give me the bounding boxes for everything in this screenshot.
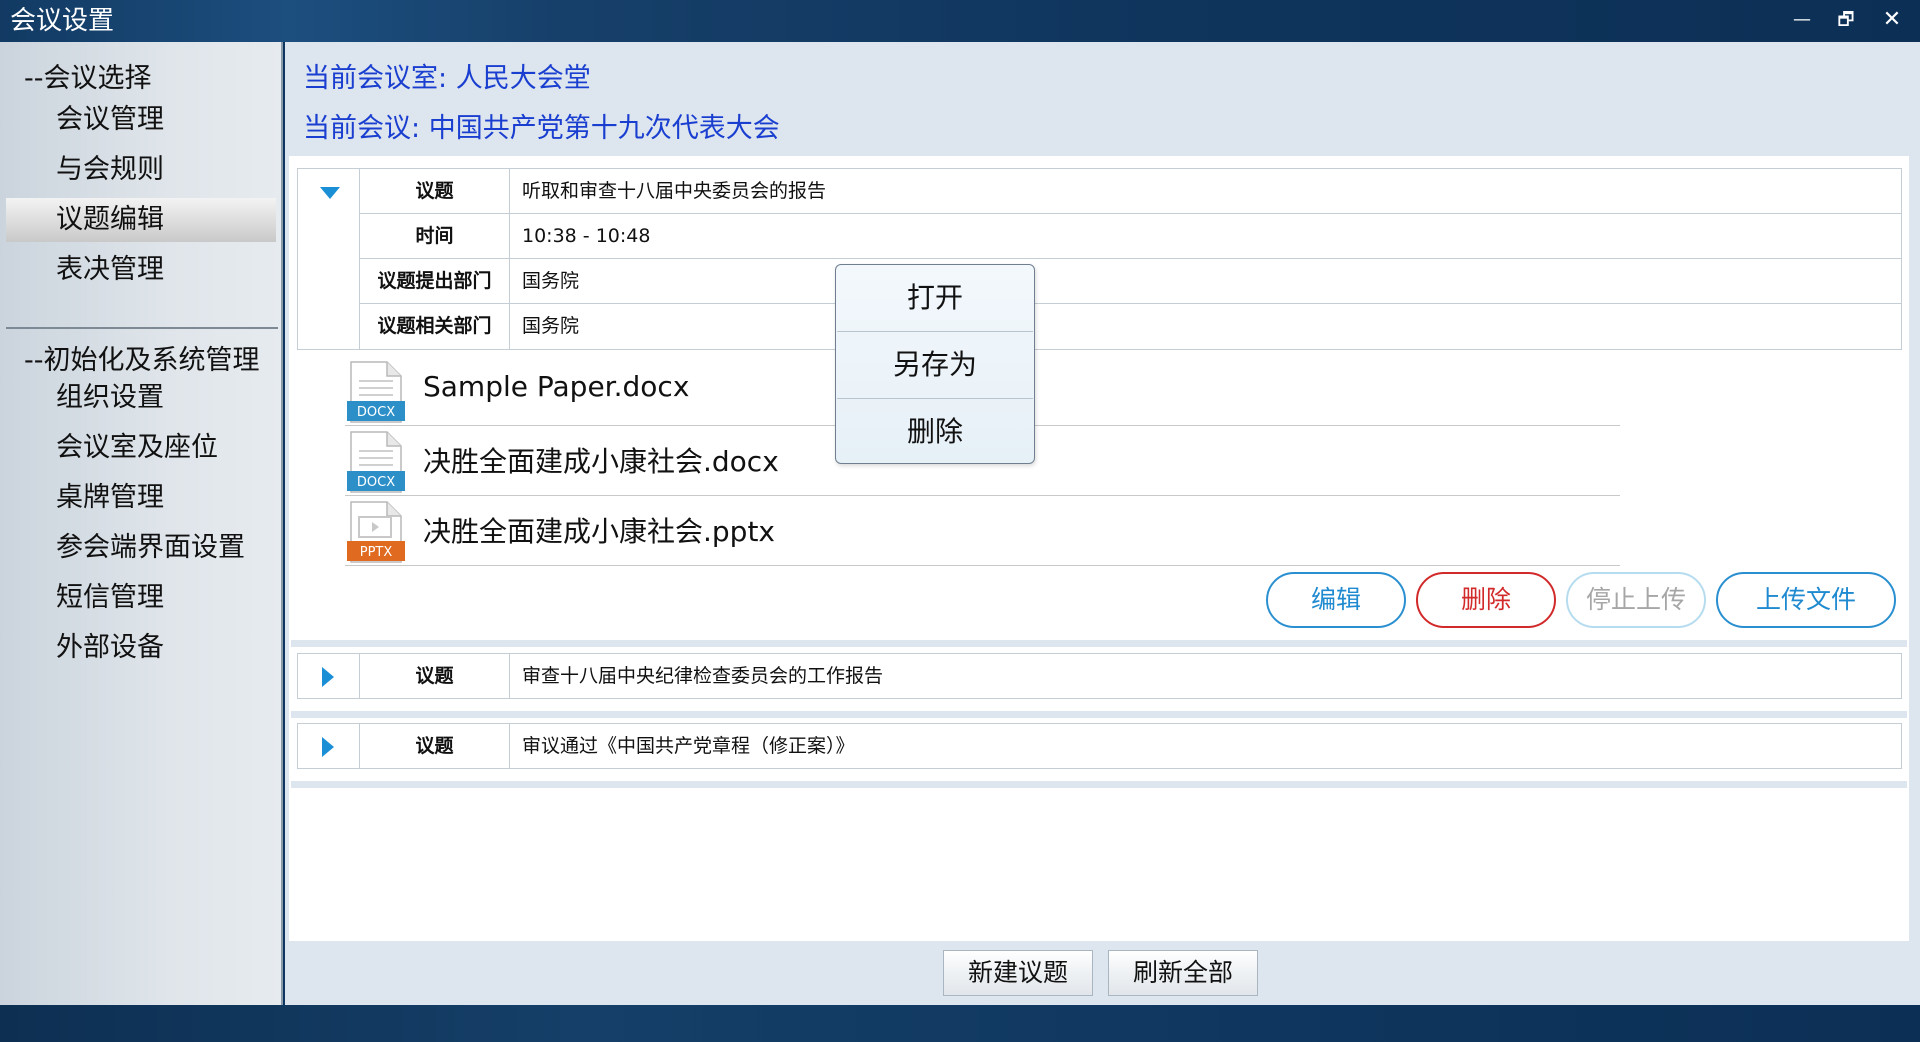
agenda-item-collapsed[interactable]: 议题 审查十八届中央纪律检查委员会的工作报告 xyxy=(297,653,1902,699)
sidebar-item-room-seats[interactable]: 会议室及座位 xyxy=(6,426,276,470)
agenda-separator xyxy=(291,781,1907,788)
menu-item-open[interactable]: 打开 xyxy=(836,265,1034,331)
current-room-label: 当前会议室: xyxy=(303,63,448,94)
sidebar-item-org-settings[interactable]: 组织设置 xyxy=(6,376,276,420)
current-meeting: 当前会议: 中国共产党第十九次代表大会 xyxy=(303,106,780,145)
agenda-separator xyxy=(291,640,1907,647)
sidebar-item-meeting-manage[interactable]: 会议管理 xyxy=(6,98,276,142)
agenda-toggle[interactable] xyxy=(298,724,360,768)
svg-text:PPTX: PPTX xyxy=(360,545,393,560)
current-room: 当前会议室: 人民大会堂 xyxy=(303,56,591,95)
maximize-button[interactable]: 🗗 xyxy=(1826,4,1866,36)
edit-button[interactable]: 编辑 xyxy=(1266,572,1406,628)
docx-file-icon: DOCX xyxy=(347,431,405,493)
field-value: 国务院 xyxy=(522,315,580,337)
current-meeting-label: 当前会议: xyxy=(303,113,421,144)
pptx-file-icon: PPTX xyxy=(347,501,405,563)
current-meeting-value: 中国共产党第十九次代表大会 xyxy=(428,113,780,144)
window-title: 会议设置 xyxy=(10,6,115,36)
sidebar-item-agenda-edit[interactable]: 议题编辑 xyxy=(6,198,276,242)
sidebar-item-attendance-rules[interactable]: 与会规则 xyxy=(6,148,276,192)
field-label: 议题提出部门 xyxy=(360,259,510,303)
main-panel: 当前会议室: 人民大会堂 当前会议: 中国共产党第十九次代表大会 议题 听取和审… xyxy=(285,42,1920,1005)
field-value: 10:38 - 10:48 xyxy=(522,225,651,247)
agenda-item-expanded: 议题 听取和审查十八届中央委员会的报告 时间 10:38 - 10:48 议题提… xyxy=(297,168,1902,350)
agenda-row-related: 议题相关部门 国务院 xyxy=(360,304,1901,349)
minimize-button[interactable]: — xyxy=(1782,4,1822,36)
field-label: 议题 xyxy=(360,654,510,699)
svg-text:DOCX: DOCX xyxy=(357,405,395,420)
sidebar-item-sms[interactable]: 短信管理 xyxy=(6,576,276,620)
upload-file-button[interactable]: 上传文件 xyxy=(1716,572,1896,628)
file-name: 决胜全面建成小康社会.docx xyxy=(423,445,779,478)
sidebar-item-external-devices[interactable]: 外部设备 xyxy=(6,626,276,670)
field-value: 国务院 xyxy=(522,270,580,292)
file-name: 决胜全面建成小康社会.pptx xyxy=(423,515,775,548)
docx-file-icon: DOCX xyxy=(347,361,405,423)
stop-upload-button[interactable]: 停止上传 xyxy=(1566,572,1706,628)
menu-item-delete[interactable]: 删除 xyxy=(836,399,1034,465)
sidebar: --会议选择 会议管理 与会规则 议题编辑 表决管理 --初始化及系统管理 组织… xyxy=(0,42,283,1005)
expand-triangle-icon xyxy=(322,667,334,687)
field-label: 议题 xyxy=(360,724,510,769)
sidebar-section-meeting-select: --会议选择 xyxy=(24,63,152,94)
field-label: 时间 xyxy=(360,214,510,258)
agenda-row-proposer: 议题提出部门 国务院 xyxy=(360,259,1901,304)
file-name: Sample Paper.docx xyxy=(423,370,690,403)
close-button[interactable]: ✕ xyxy=(1872,4,1912,36)
agenda-item-collapsed[interactable]: 议题 审议通过《中国共产党章程（修正案）》 xyxy=(297,723,1902,769)
agenda-row-time: 时间 10:38 - 10:48 xyxy=(360,214,1901,259)
file-context-menu: 打开 另存为 删除 xyxy=(835,264,1035,464)
field-value: 审查十八届中央纪律检查委员会的工作报告 xyxy=(522,665,884,687)
delete-button[interactable]: 删除 xyxy=(1416,572,1556,628)
field-label: 议题 xyxy=(360,169,510,213)
sidebar-section-system: --初始化及系统管理 xyxy=(24,345,260,376)
collapse-triangle-icon xyxy=(320,187,340,199)
sidebar-item-nameplate[interactable]: 桌牌管理 xyxy=(6,476,276,520)
agenda-row-topic: 议题 审议通过《中国共产党章程（修正案）》 xyxy=(360,724,1901,769)
agenda-toggle[interactable] xyxy=(298,169,360,349)
svg-text:DOCX: DOCX xyxy=(357,475,395,490)
menu-item-save-as[interactable]: 另存为 xyxy=(836,332,1034,398)
field-label: 议题相关部门 xyxy=(360,304,510,349)
sidebar-item-client-ui[interactable]: 参会端界面设置 xyxy=(6,526,276,570)
agenda-row-topic: 议题 听取和审查十八届中央委员会的报告 xyxy=(360,169,1901,214)
agenda-row-topic: 议题 审查十八届中央纪律检查委员会的工作报告 xyxy=(360,654,1901,699)
agenda-separator xyxy=(291,711,1907,718)
refresh-all-button[interactable]: 刷新全部 xyxy=(1108,950,1258,996)
agenda-toggle[interactable] xyxy=(298,654,360,698)
agenda-list: 议题 听取和审查十八届中央委员会的报告 时间 10:38 - 10:48 议题提… xyxy=(289,156,1909,941)
file-item[interactable]: PPTX 决胜全面建成小康社会.pptx xyxy=(345,496,1620,566)
title-bar: 会议设置 — 🗗 ✕ xyxy=(0,0,1920,42)
expand-triangle-icon xyxy=(322,737,334,757)
current-room-value: 人民大会堂 xyxy=(455,63,591,94)
sidebar-divider xyxy=(6,327,278,329)
field-value: 听取和审查十八届中央委员会的报告 xyxy=(522,180,827,202)
new-agenda-button[interactable]: 新建议题 xyxy=(943,950,1093,996)
field-value: 审议通过《中国共产党章程（修正案）》 xyxy=(522,735,855,757)
sidebar-item-vote-manage[interactable]: 表决管理 xyxy=(6,248,276,292)
bottom-bar xyxy=(0,1005,1920,1042)
